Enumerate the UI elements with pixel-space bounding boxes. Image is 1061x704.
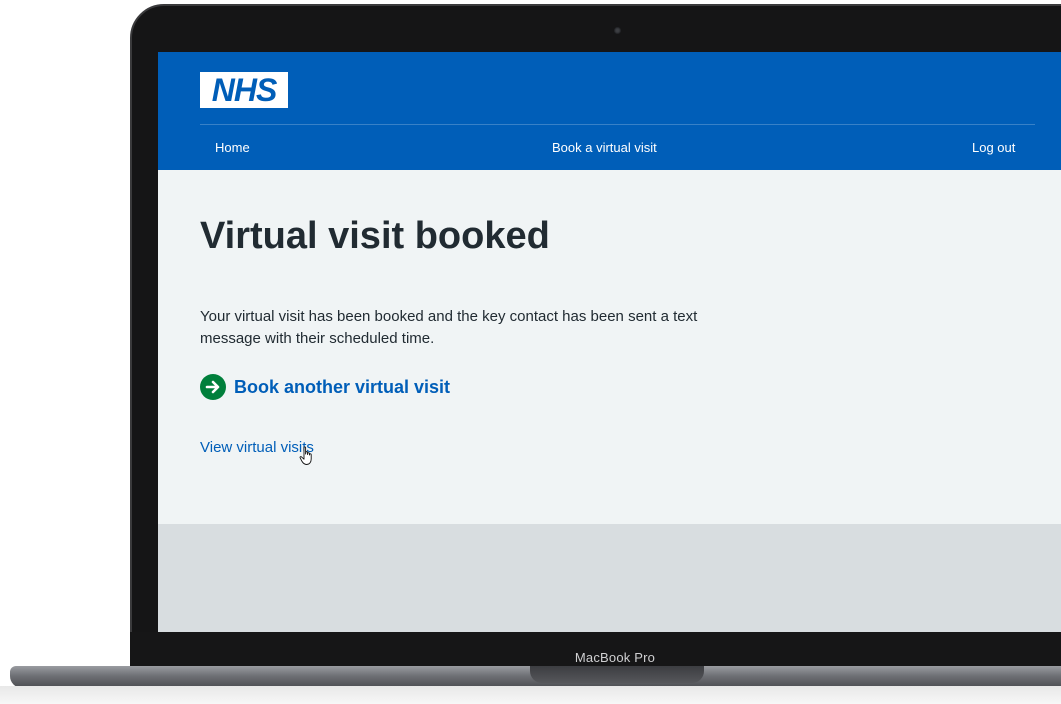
book-another-visit-label: Book another virtual visit — [234, 377, 451, 397]
laptop-mockup: NHS Home Book a virtual visit Log out Vi… — [0, 0, 1061, 704]
laptop-base-notch — [530, 666, 704, 683]
page-title: Virtual visit booked — [200, 215, 550, 257]
nav-home-link[interactable]: Home — [215, 140, 250, 156]
nhs-logo-text: NHS — [211, 72, 278, 108]
screen: NHS Home Book a virtual visit Log out Vi… — [158, 52, 1061, 632]
camera-icon — [614, 27, 621, 34]
floor-shadow — [0, 686, 1061, 704]
device-model-label: MacBook Pro — [574, 650, 656, 665]
hand-pointer-icon — [299, 446, 312, 465]
page-footer-area — [158, 524, 1061, 632]
nav-book-virtual-visit-link[interactable]: Book a virtual visit — [552, 140, 657, 156]
nhs-logo[interactable]: NHS — [200, 72, 288, 108]
nav-log-out-link[interactable]: Log out — [972, 140, 1015, 156]
main-content: Virtual visit booked Your virtual visit … — [158, 170, 1061, 524]
confirmation-text: Your virtual visit has been booked and t… — [200, 308, 698, 347]
nhs-header: NHS Home Book a virtual visit Log out — [158, 52, 1061, 170]
view-virtual-visits-link[interactable]: View virtual visits — [200, 438, 314, 458]
nav-divider — [200, 124, 1035, 125]
arrow-right-circle-icon — [200, 374, 226, 400]
book-another-visit-action-link[interactable]: Book another virtual visit — [200, 374, 450, 400]
